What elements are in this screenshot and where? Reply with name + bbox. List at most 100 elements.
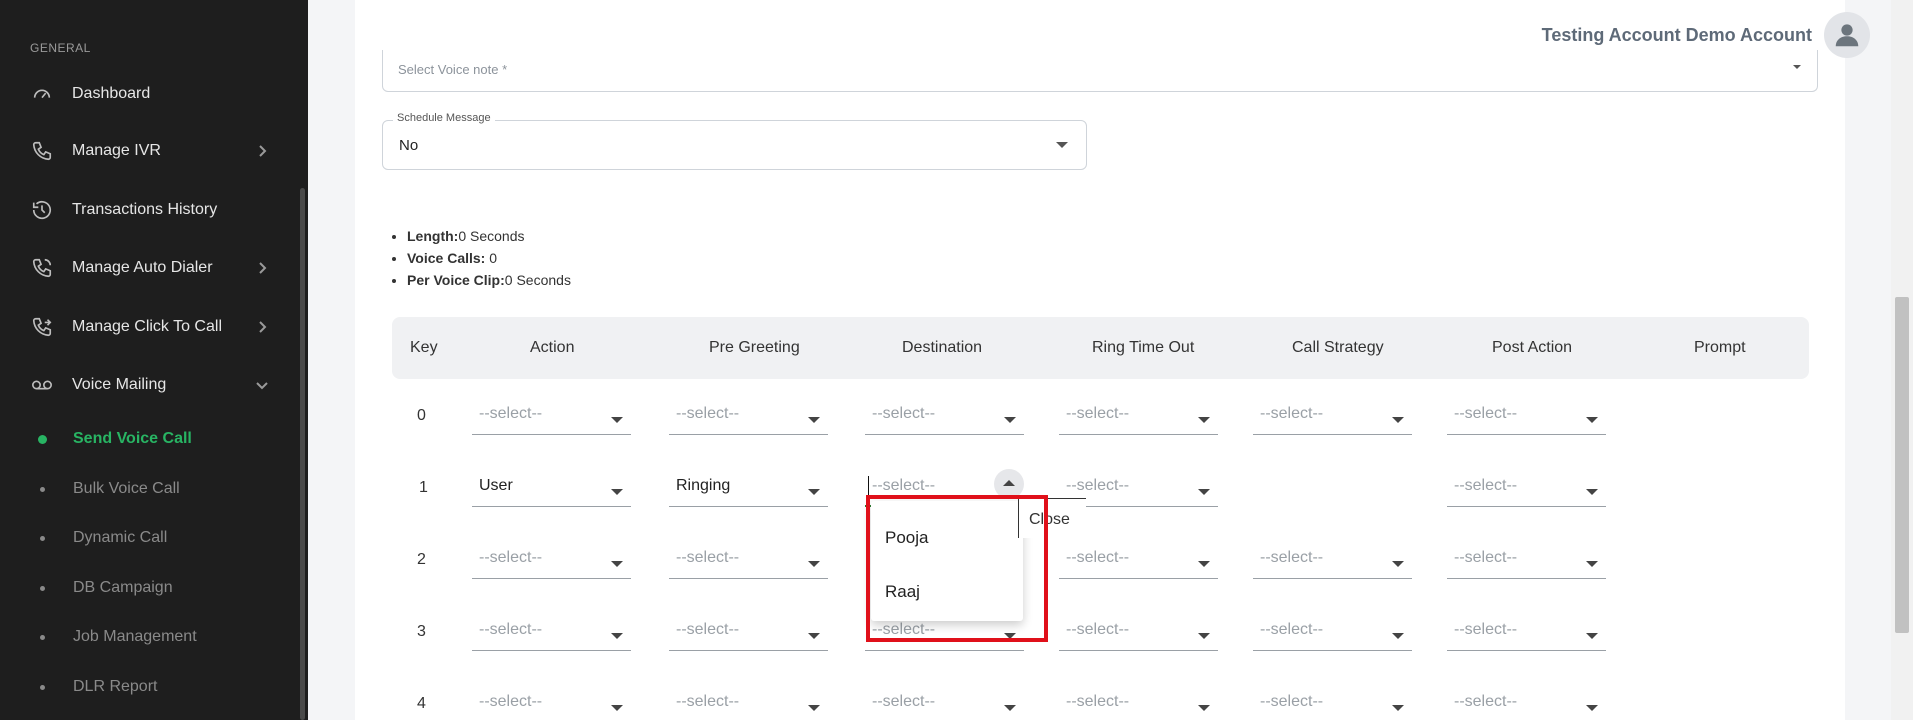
voice-stats-list: Length:0 Seconds Voice Calls: 0 Per Voic… [407, 225, 571, 291]
caret-down-icon [1586, 417, 1598, 423]
action-select[interactable]: User [472, 467, 631, 507]
ring-time-out-select[interactable]: --select-- [1059, 395, 1218, 435]
caret-down-icon [1198, 705, 1210, 711]
sidebar-subitem-label: DB Campaign [73, 579, 173, 596]
caret-down-icon [611, 561, 623, 567]
caret-down-icon [611, 417, 623, 423]
pre-greeting-select[interactable]: Ringing [669, 467, 828, 507]
header-call-strategy: Call Strategy [1292, 339, 1384, 356]
row-key: 4 [417, 695, 426, 712]
action-select[interactable]: --select-- [472, 611, 631, 651]
sidebar-item-manage-ivr[interactable]: Manage IVR [0, 131, 300, 171]
caret-down-icon [1793, 65, 1801, 69]
caret-down-icon [611, 705, 623, 711]
caret-down-icon [808, 417, 820, 423]
stat-length: Length:0 Seconds [407, 225, 571, 247]
ring-time-out-select[interactable]: --select-- [1059, 539, 1218, 579]
schedule-message-value: No [399, 137, 419, 154]
caret-down-icon [808, 705, 820, 711]
sidebar-scrollbar[interactable] [300, 188, 305, 720]
caret-down-icon [1586, 633, 1598, 639]
avatar[interactable] [1824, 12, 1870, 58]
caret-down-icon [1392, 417, 1404, 423]
ring-time-out-select[interactable]: --select-- [1059, 683, 1218, 720]
caret-down-icon [808, 633, 820, 639]
phone-dialer-icon [30, 256, 54, 280]
destination-select[interactable]: --select-- [865, 395, 1024, 435]
sidebar-subitem-send-voice-call[interactable]: Send Voice Call [0, 422, 300, 456]
action-select[interactable]: --select-- [472, 539, 631, 579]
chevron-right-icon [254, 319, 270, 335]
caret-down-icon [1198, 489, 1210, 495]
row-key: 2 [417, 551, 426, 568]
header-prompt: Prompt [1694, 339, 1746, 356]
sidebar-subitem-dynamic-call[interactable]: Dynamic Call [0, 521, 300, 555]
user-menu[interactable]: Testing Account Demo Account [1542, 12, 1870, 58]
sidebar-item-dashboard[interactable]: Dashboard [0, 74, 300, 114]
sidebar-section-label: GENERAL [30, 41, 91, 55]
sidebar-subitem-dlr-report[interactable]: DLR Report [0, 670, 300, 704]
sidebar-item-label: Transactions History [72, 201, 218, 218]
caret-down-icon [808, 489, 820, 495]
post-action-select[interactable]: --select-- [1447, 467, 1606, 507]
row-key: 1 [419, 479, 428, 496]
post-action-select[interactable]: --select-- [1447, 395, 1606, 435]
header-key: Key [410, 339, 438, 356]
sidebar-subitem-label: Job Management [73, 628, 197, 645]
page-scrollbar[interactable] [1891, 0, 1913, 720]
action-select[interactable]: --select-- [472, 395, 631, 435]
user-name: Testing Account Demo Account [1541, 24, 1812, 45]
sidebar-subitem-db-campaign[interactable]: DB Campaign [0, 571, 300, 605]
row-key: 0 [417, 407, 426, 424]
pre-greeting-select[interactable]: --select-- [669, 611, 828, 651]
post-action-select[interactable]: --select-- [1447, 683, 1606, 720]
text-cursor [868, 476, 869, 496]
table-header: Key Action Pre Greeting Destination Ring… [392, 317, 1809, 379]
action-select[interactable]: --select-- [472, 683, 631, 720]
form-card: Select Voice note * Schedule Message No … [355, 0, 1845, 720]
phone-icon [30, 139, 54, 163]
call-strategy-select[interactable]: --select-- [1253, 683, 1412, 720]
chevron-right-icon [254, 143, 270, 159]
post-action-select[interactable]: --select-- [1447, 611, 1606, 651]
caret-down-icon [808, 561, 820, 567]
sidebar-subitem-job-management[interactable]: Job Management [0, 620, 300, 654]
ring-time-out-select[interactable]: --select-- [1059, 611, 1218, 651]
pre-greeting-select[interactable]: --select-- [669, 683, 828, 720]
gauge-icon [30, 82, 54, 106]
caret-down-icon [1586, 561, 1598, 567]
caret-down-icon [1056, 142, 1068, 148]
main-content: Select Voice note * Schedule Message No … [308, 0, 1913, 720]
schedule-message-select[interactable]: Schedule Message No [382, 112, 1087, 170]
call-strategy-select[interactable]: --select-- [1253, 395, 1412, 435]
destination-select[interactable]: --select-- [865, 683, 1024, 720]
pre-greeting-select[interactable]: --select-- [669, 539, 828, 579]
call-strategy-select[interactable]: --select-- [1253, 611, 1412, 651]
sidebar-item-label: Voice Mailing [72, 376, 167, 393]
caret-down-icon [611, 633, 623, 639]
caret-down-icon [1004, 705, 1016, 711]
post-action-select[interactable]: --select-- [1447, 539, 1606, 579]
header-pre-greeting: Pre Greeting [709, 339, 800, 356]
sidebar-item-auto-dialer[interactable]: Manage Auto Dialer [0, 248, 300, 288]
sidebar-subitem-bulk-voice-call[interactable]: Bulk Voice Call [0, 472, 300, 506]
caret-down-icon [1392, 561, 1404, 567]
history-icon [30, 198, 54, 222]
sidebar-item-voice-mailing[interactable]: Voice Mailing [0, 365, 300, 405]
sidebar-item-label: Manage IVR [72, 142, 161, 159]
caret-down-icon [1586, 489, 1598, 495]
header-post-action: Post Action [1492, 339, 1573, 356]
scrollbar-thumb[interactable] [1895, 297, 1909, 633]
sidebar-subitem-label: Send Voice Call [73, 430, 192, 447]
row-key: 3 [417, 623, 426, 640]
call-strategy-select[interactable]: --select-- [1253, 539, 1412, 579]
user-icon [1835, 24, 1859, 47]
sidebar-subitem-label: DLR Report [73, 678, 158, 695]
sidebar-item-transactions[interactable]: Transactions History [0, 190, 300, 230]
sidebar-item-click-to-call[interactable]: Manage Click To Call [0, 307, 300, 347]
pre-greeting-select[interactable]: --select-- [669, 395, 828, 435]
sidebar-item-label: Manage Auto Dialer [72, 259, 213, 276]
sidebar-item-label: Dashboard [72, 85, 151, 102]
header-ring-time-out: Ring Time Out [1092, 339, 1195, 356]
voicemail-icon [30, 373, 54, 397]
